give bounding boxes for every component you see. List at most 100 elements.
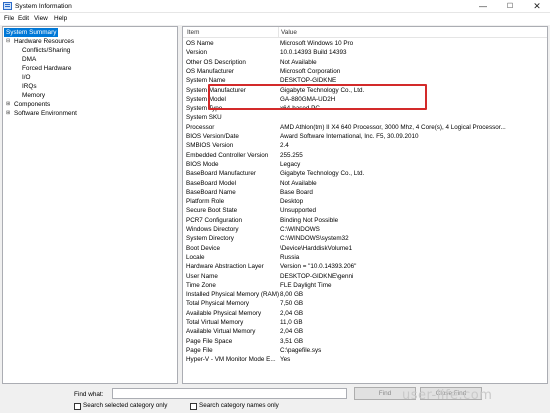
row-item: BaseBoard Model [186, 179, 237, 187]
row-value: 10.0.14393 Build 14393 [280, 49, 347, 57]
row-value: Not Available [280, 179, 317, 187]
row-item: Platform Role [186, 198, 225, 206]
table-row[interactable]: Platform Role Desktop [183, 197, 547, 206]
table-row[interactable]: BIOS Version/Date Award Software Internat… [183, 132, 547, 141]
table-row[interactable]: OS Manufacturer Microsoft Corporation [183, 67, 547, 76]
row-value: DESKTOP-GIDKNE\genni [280, 272, 354, 280]
expand-icon[interactable]: ⊞ [6, 100, 10, 109]
table-row[interactable]: Other OS Description Not Available [183, 58, 547, 67]
table-row[interactable]: Processor AMD Athlon(tm) II X4 640 Proces… [183, 123, 547, 132]
row-item: OS Name [186, 40, 214, 47]
system-information-icon [3, 2, 12, 10]
maximize-button[interactable]: ☐ [497, 0, 523, 13]
menu-edit[interactable]: Edit [18, 15, 29, 22]
table-row[interactable]: Available Virtual Memory 2,04 GB [183, 327, 547, 336]
table-row[interactable]: Version 10.0.14393 Build 14393 [183, 48, 547, 57]
table-row[interactable]: SMBIOS Version 2.4 [183, 141, 547, 150]
table-row[interactable]: Page File Space 3,51 GB [183, 337, 547, 346]
table-row[interactable]: Hardware Abstraction Layer Version = "10.… [183, 262, 547, 271]
table-row[interactable]: System Manufacturer Gigabyte Technology C… [183, 86, 547, 95]
row-value: 2.4 [280, 142, 289, 150]
column-separator[interactable] [278, 27, 279, 38]
row-value: Award Software International, Inc. F5, 3… [280, 133, 419, 140]
table-row[interactable]: Total Physical Memory 7,50 GB [183, 299, 547, 308]
tree-item-system-summary[interactable]: System Summary [4, 28, 59, 37]
row-value: GA-880GMA-UD2H [280, 95, 336, 103]
row-item: Locale [186, 253, 205, 261]
menu-file[interactable]: File [4, 15, 14, 22]
row-item: System Name [186, 77, 226, 85]
table-row[interactable]: OS Name Microsoft Windows 10 Pro [183, 39, 547, 48]
row-item: PCR7 Configuration [186, 216, 243, 224]
tree-item-components[interactable]: Components [14, 100, 50, 109]
row-item: Time Zone [186, 281, 216, 289]
table-row[interactable]: Total Virtual Memory 11,0 GB [183, 318, 547, 327]
row-item: BaseBoard Manufacturer [186, 170, 257, 178]
row-item: Available Physical Memory [186, 309, 262, 317]
row-value: Microsoft Windows 10 Pro [280, 40, 354, 47]
row-item: Installed Physical Memory (RAM) [186, 291, 280, 299]
table-row[interactable]: User Name DESKTOP-GIDKNE\genni [183, 272, 547, 281]
tree-item-hardware-resources[interactable]: Hardware Resources [14, 37, 74, 46]
checkbox-label: Search category names only [199, 402, 279, 409]
menu-help[interactable]: Help [54, 15, 67, 22]
table-row[interactable]: Boot Device \Device\HarddiskVolume1 [183, 244, 547, 253]
column-header-item[interactable]: Item [187, 29, 199, 36]
row-value: Not Available [280, 58, 317, 66]
row-item: Boot Device [186, 244, 220, 252]
table-row[interactable]: PCR7 Configuration Binding Not Possible [183, 216, 547, 225]
close-button[interactable]: ✕ [524, 0, 550, 13]
row-value: C:\WINDOWS\system32 [280, 235, 349, 243]
minimize-button[interactable]: — [470, 0, 496, 13]
row-value: Unsupported [280, 207, 317, 215]
row-item: BaseBoard Name [186, 188, 236, 196]
table-row[interactable]: System Model GA-880GMA-UD2H [183, 95, 547, 104]
table-row[interactable]: Installed Physical Memory (RAM) 8,00 GB [183, 290, 547, 299]
row-item: System Manufacturer [186, 86, 246, 94]
table-row[interactable]: BaseBoard Manufacturer Gigabyte Technolog… [183, 169, 547, 178]
tree-item-memory[interactable]: Memory [22, 91, 45, 100]
details-list[interactable]: Item Value OS Name Microsoft Windows 10 P… [182, 26, 548, 384]
tree-item-io[interactable]: I/O [22, 73, 31, 82]
table-row[interactable]: Time Zone FLE Daylight Time [183, 281, 547, 290]
collapse-icon[interactable]: ⊟ [6, 37, 10, 46]
table-row[interactable]: System Directory C:\WINDOWS\system32 [183, 234, 547, 243]
row-value: Russia [280, 253, 300, 261]
checkbox-box[interactable] [74, 403, 81, 410]
tree-item-software-environment[interactable]: Software Environment [14, 109, 77, 118]
table-row[interactable]: Embedded Controller Version 255.255 [183, 151, 547, 160]
row-value: x64-based PC [280, 105, 320, 113]
menu-view[interactable]: View [34, 15, 48, 22]
table-row[interactable]: Windows Directory C:\WINDOWS [183, 225, 547, 234]
table-row[interactable]: BIOS Mode Legacy [183, 160, 547, 169]
row-value: AMD Athlon(tm) II X4 640 Processor, 3000… [280, 123, 506, 131]
tree-item-conflicts-sharing[interactable]: Conflicts/Sharing [22, 46, 70, 55]
table-row[interactable]: BaseBoard Model Not Available [183, 179, 547, 188]
table-row[interactable]: Available Physical Memory 2,04 GB [183, 309, 547, 318]
table-row[interactable]: System Name DESKTOP-GIDKNE [183, 76, 547, 85]
window-title: System Information [15, 3, 72, 10]
expand-icon[interactable]: ⊞ [6, 109, 10, 118]
row-item: Secure Boot State [186, 207, 238, 215]
table-row[interactable]: Secure Boot State Unsupported [183, 206, 547, 215]
checkbox-box[interactable] [190, 403, 197, 410]
title-bar: System Information — ☐ ✕ [0, 0, 550, 13]
row-item: Hyper-V - VM Monitor Mode E... [186, 356, 276, 364]
find-input[interactable] [112, 388, 347, 399]
table-row[interactable]: Hyper-V - VM Monitor Mode E... Yes [183, 355, 547, 364]
table-row[interactable]: System Type x64-based PC [183, 104, 547, 113]
row-value: 2,04 GB [280, 328, 304, 336]
row-item: System Type [186, 105, 223, 113]
table-row[interactable]: Locale Russia [183, 253, 547, 262]
row-item: Page File [186, 346, 213, 354]
row-item: Other OS Description [186, 58, 246, 66]
tree-item-forced-hardware[interactable]: Forced Hardware [22, 64, 71, 73]
tree-item-irqs[interactable]: IRQs [22, 82, 37, 91]
table-row[interactable]: Page File C:\pagefile.sys [183, 346, 547, 355]
table-row[interactable]: BaseBoard Name Base Board [183, 188, 547, 197]
table-row[interactable]: System SKU [183, 113, 547, 122]
category-tree[interactable]: System Summary ⊟ Hardware Resources Conf… [2, 26, 178, 384]
column-header-value[interactable]: Value [281, 29, 297, 36]
row-value: Microsoft Corporation [280, 67, 341, 75]
tree-item-dma[interactable]: DMA [22, 55, 36, 64]
